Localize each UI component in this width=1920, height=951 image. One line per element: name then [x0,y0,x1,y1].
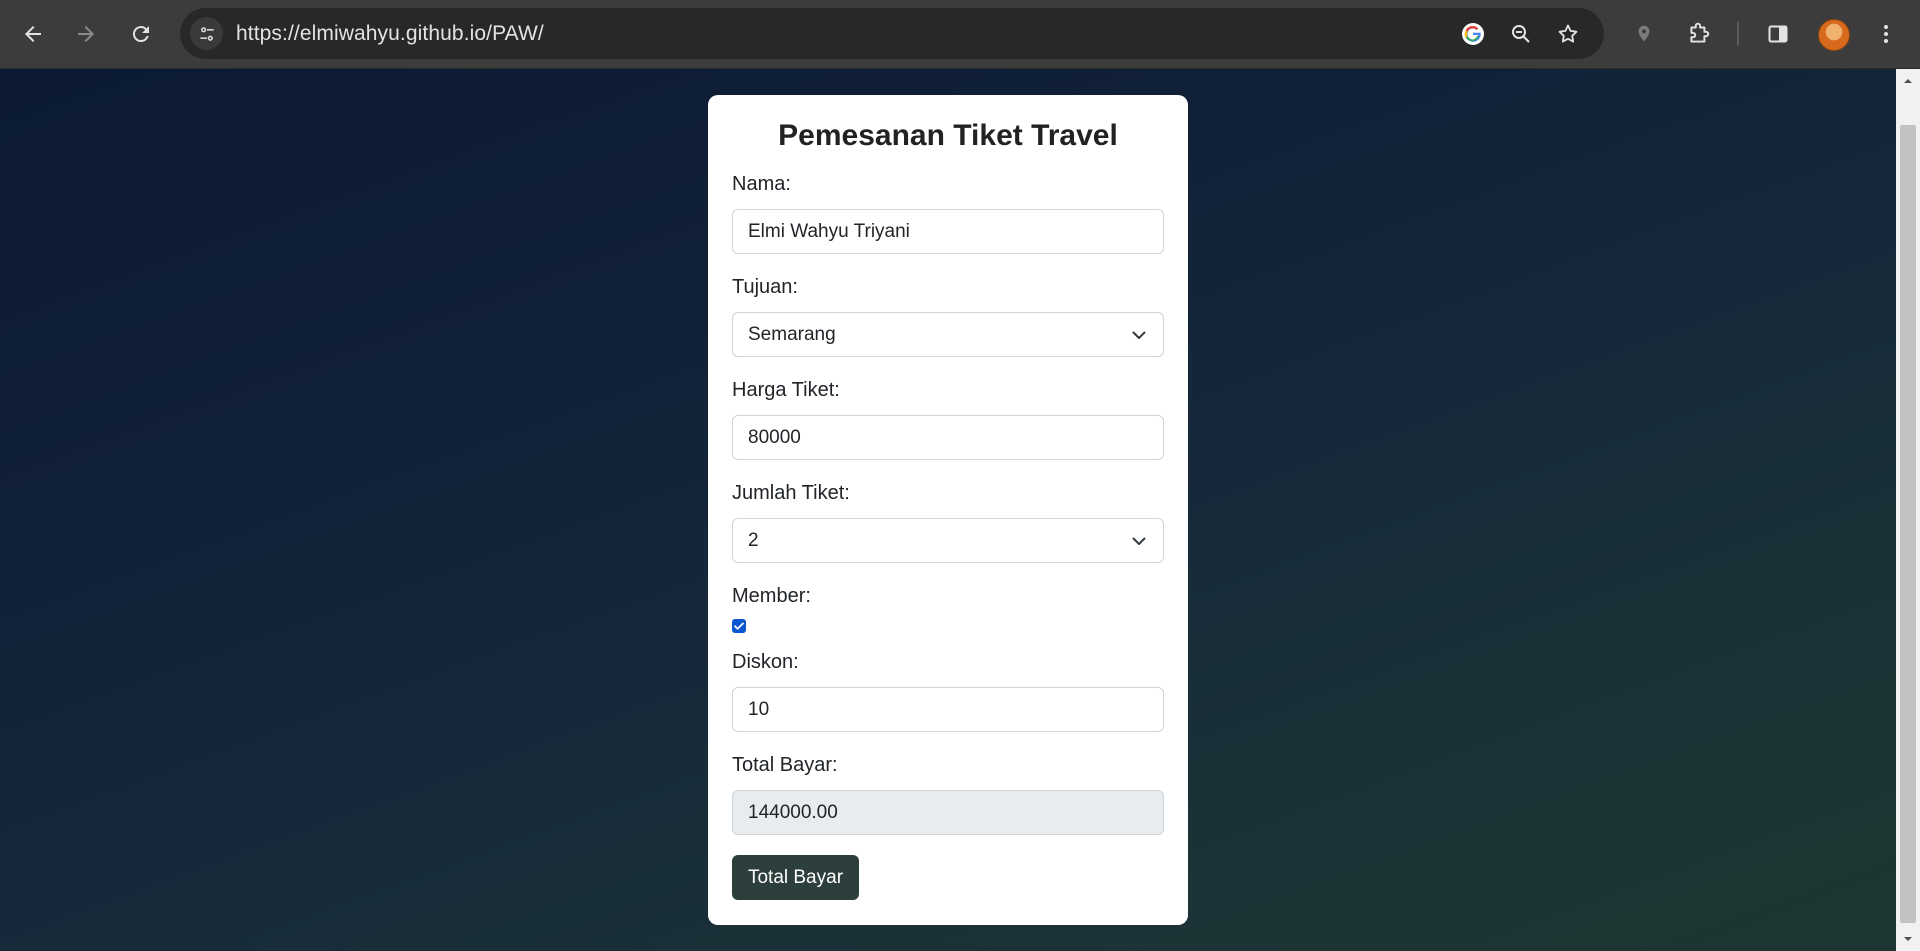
check-icon [734,622,744,630]
jumlah-selected-value: 2 [748,530,759,551]
total-label: Total Bayar: [732,754,838,776]
puzzle-icon[interactable] [1683,18,1715,50]
tune-icon[interactable] [190,17,223,50]
diskon-input[interactable]: 10 [732,687,1164,732]
harga-label: Harga Tiket: [732,379,840,401]
google-icon[interactable] [1459,20,1487,48]
browser-toolbar: https://elmiwahyu.github.io/PAW/ [0,0,1920,69]
scroll-down-icon[interactable] [1896,927,1920,951]
member-checkbox[interactable] [732,619,746,633]
page-scrollbar[interactable] [1896,69,1920,951]
booking-form-card: Pemesanan Tiket Travel Nama: Elmi Wahyu … [708,95,1188,925]
scroll-up-icon[interactable] [1896,69,1920,93]
back-arrow-icon[interactable] [16,17,50,51]
jumlah-select[interactable]: 2 [732,518,1164,563]
address-bar[interactable]: https://elmiwahyu.github.io/PAW/ [180,8,1604,59]
member-label: Member: [732,585,811,607]
tujuan-select[interactable]: Semarang [732,312,1164,357]
nama-input[interactable]: Elmi Wahyu Triyani [732,209,1164,254]
chevron-down-icon [1132,537,1146,545]
diskon-label: Diskon: [732,651,799,673]
zoom-out-icon[interactable] [1507,20,1535,48]
scrollbar-thumb[interactable] [1900,125,1916,923]
nama-label: Nama: [732,173,791,195]
toolbar-divider [1737,22,1739,46]
tujuan-label: Tujuan: [732,276,798,298]
url-text[interactable]: https://elmiwahyu.github.io/PAW/ [236,22,544,46]
chevron-down-icon [1132,331,1146,339]
side-panel-icon[interactable] [1762,18,1794,50]
kebab-menu-icon[interactable] [1870,18,1902,50]
harga-input[interactable]: 80000 [732,415,1164,460]
reload-icon[interactable] [124,17,158,51]
total-output: 144000.00 [732,790,1164,835]
page-background: Pemesanan Tiket Travel Nama: Elmi Wahyu … [0,69,1896,951]
star-icon[interactable] [1554,20,1582,48]
page-title: Pemesanan Tiket Travel [778,119,1118,152]
avatar[interactable] [1818,19,1850,51]
tujuan-selected-value: Semarang [748,324,836,345]
jumlah-label: Jumlah Tiket: [732,482,850,504]
forward-arrow-icon[interactable] [69,17,103,51]
location-pin-icon[interactable] [1628,18,1660,50]
total-bayar-button[interactable]: Total Bayar [732,855,859,900]
